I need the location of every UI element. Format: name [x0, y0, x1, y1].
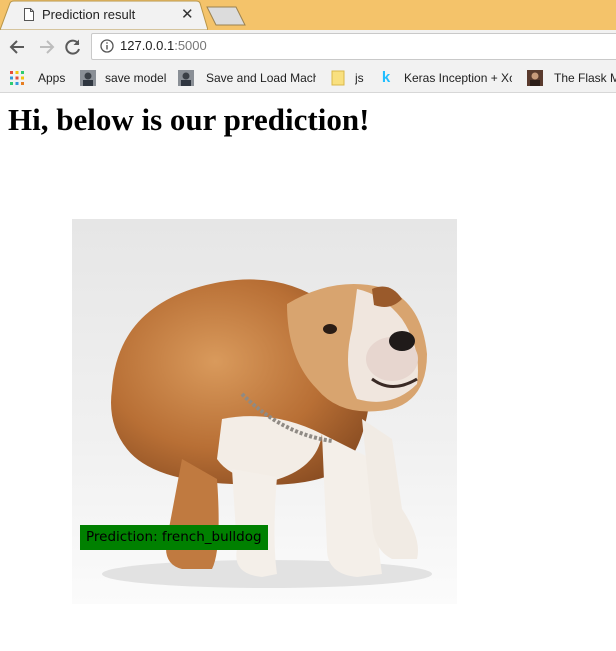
reload-icon[interactable]	[63, 37, 83, 57]
bookmark-flask[interactable]: The Flask M	[527, 70, 616, 86]
page-heading: Hi, below is our prediction!	[8, 102, 370, 137]
tab-title: Prediction result	[42, 7, 136, 22]
bookmark-js[interactable]: js	[330, 70, 368, 86]
tab-strip: Prediction result ✕	[0, 0, 616, 30]
url-text: 127.0.0.1:5000	[120, 38, 207, 53]
apps-grid-icon	[10, 71, 24, 85]
forward-arrow-icon[interactable]	[36, 37, 56, 57]
info-icon[interactable]	[100, 39, 114, 53]
avatar-icon	[178, 70, 194, 86]
bookmark-label: Apps	[38, 71, 66, 85]
tab-prediction-result[interactable]: Prediction result	[8, 0, 204, 30]
browser-toolbar: 127.0.0.1:5000	[0, 30, 616, 64]
bookmarks-bar: Apps save model Save and Load Mach js k …	[0, 64, 616, 93]
new-tab-button[interactable]	[206, 6, 246, 26]
back-arrow-icon[interactable]	[8, 37, 28, 57]
url-host: 127.0.0.1	[120, 38, 175, 53]
bookmark-label: Save and Load Mach	[206, 71, 316, 85]
close-icon[interactable]: ✕	[181, 5, 194, 23]
bookmark-label: save model	[105, 71, 167, 85]
avatar-icon	[527, 70, 543, 86]
bookmark-label: Keras Inception + Xc	[404, 71, 512, 85]
bookmark-apps[interactable]: Apps	[9, 70, 69, 86]
folder-icon	[331, 70, 345, 86]
prediction-label: Prediction: french_bulldog	[80, 525, 268, 550]
avatar-icon	[80, 70, 96, 86]
url-port: :5000	[174, 38, 207, 53]
document-icon	[24, 8, 34, 21]
address-bar[interactable]: 127.0.0.1:5000	[91, 33, 616, 60]
bookmark-save-model[interactable]: save model	[80, 70, 170, 86]
bookmark-label: The Flask M	[554, 71, 616, 85]
bookmark-label: js	[355, 71, 364, 85]
bookmark-keras-inception[interactable]: k Keras Inception + Xc	[378, 70, 513, 86]
kaggle-k-icon: k	[381, 69, 391, 86]
bookmark-save-and-load[interactable]: Save and Load Mach	[178, 70, 318, 86]
